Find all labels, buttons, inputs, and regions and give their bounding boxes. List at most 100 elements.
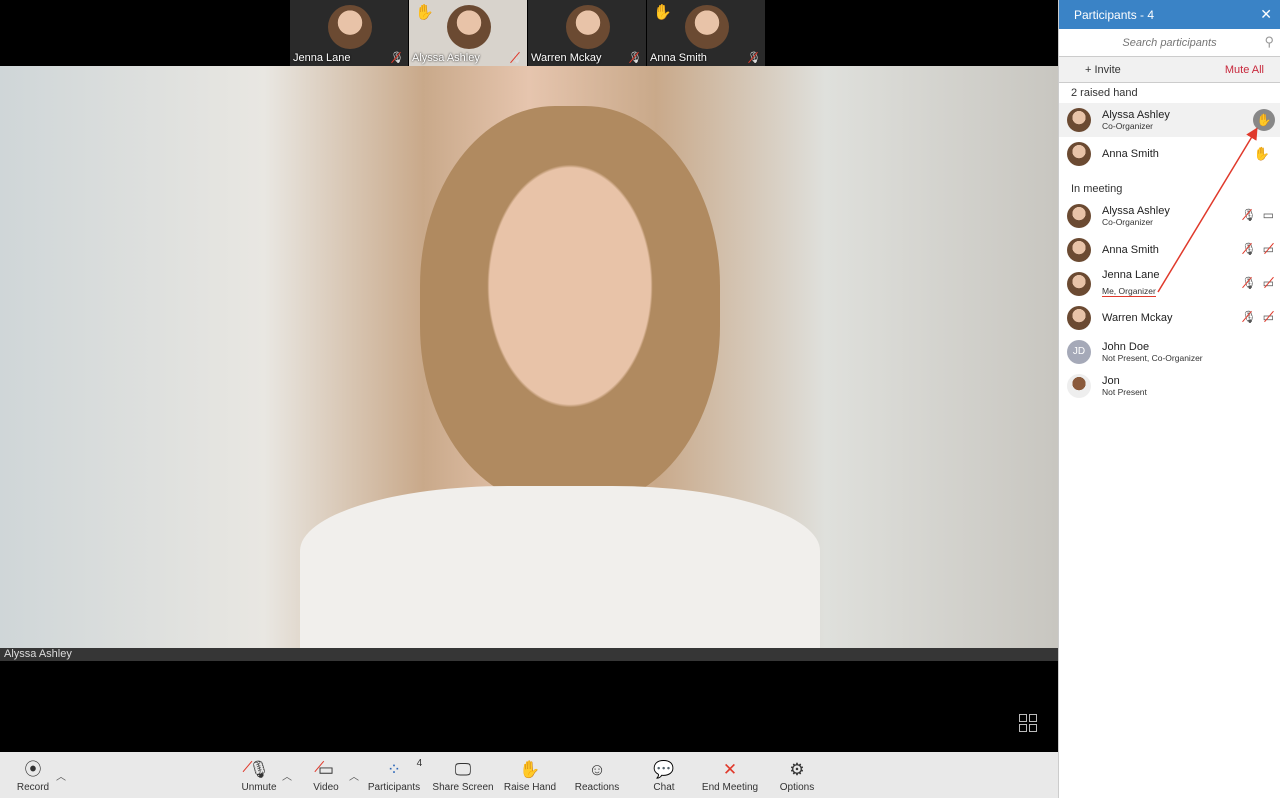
lower-hand-button[interactable]: ✋	[1253, 109, 1275, 131]
record-icon: ⦿	[24, 760, 42, 779]
speaker-body	[300, 486, 820, 648]
speaker-head	[420, 106, 720, 506]
reactions-label: Reactions	[574, 782, 620, 793]
search-box: ⚲	[1059, 29, 1280, 57]
participant-row[interactable]: Anna Smith 🎙 ▭	[1059, 233, 1280, 267]
raised-row[interactable]: Alyssa Ashley Co-Organizer ✋	[1059, 103, 1280, 137]
participant-name: Anna Smith	[1102, 148, 1159, 160]
mic-muted-icon: 🎙	[390, 52, 404, 64]
mic-muted-icon[interactable]: 🎙	[1241, 310, 1256, 324]
participants-count-badge: 4	[416, 758, 423, 769]
participants-label: Participants	[367, 782, 421, 793]
record-button[interactable]: ⦿ Record	[17, 760, 49, 793]
options-label: Options	[779, 782, 815, 793]
participants-icon: ⁘	[386, 760, 402, 779]
mute-all-button[interactable]: Mute All	[1225, 64, 1264, 76]
mic-muted-icon[interactable]: 🎙	[1241, 276, 1256, 290]
avatar	[1067, 238, 1091, 262]
unmute-button[interactable]: 🎙 Unmute	[241, 760, 276, 793]
avatar	[1067, 374, 1091, 398]
avatar	[1067, 204, 1091, 228]
raised-row[interactable]: Anna Smith ✋	[1059, 137, 1280, 171]
video-label: Video	[313, 782, 339, 793]
participant-name: Jenna Lane	[1102, 269, 1160, 281]
unmute-label: Unmute	[241, 782, 277, 793]
participants-panel: Participants - 4 ✕ ⚲ + Invite Mute All 2 r…	[1058, 0, 1280, 798]
close-icon: ✕	[722, 760, 738, 779]
participant-video	[447, 5, 491, 49]
participant-name: Jon	[1102, 375, 1120, 387]
hand-icon: ✋	[519, 760, 541, 779]
video-options-caret[interactable]: ︿	[349, 768, 359, 783]
chat-icon: 💬	[653, 760, 675, 779]
panel-header: Participants - 4 ✕	[1059, 0, 1280, 29]
participant-video	[328, 5, 372, 49]
mic-muted-icon: 🎙	[747, 52, 761, 64]
participant-name: Alyssa Ashley	[1102, 109, 1170, 121]
video-off-icon[interactable]: ▭	[1263, 242, 1274, 256]
avatar	[1067, 306, 1091, 330]
raise-hand-label: Raise Hand	[503, 782, 557, 793]
mic-muted-icon: 🎙	[509, 52, 523, 64]
invite-button[interactable]: + Invite	[1085, 64, 1121, 76]
audio-options-caret[interactable]: ︿	[282, 768, 292, 783]
participants-button[interactable]: ⁘ Participants 4	[367, 758, 423, 793]
record-options-caret[interactable]: ︿	[56, 768, 66, 783]
thumbnail-jenna-lane[interactable]: Jenna Lane 🎙	[290, 0, 409, 66]
chat-label: Chat	[653, 782, 675, 793]
in-meeting-header: In meeting	[1071, 183, 1123, 195]
reactions-button[interactable]: ☺ Reactions	[575, 760, 619, 793]
share-screen-icon: 🖵	[454, 760, 472, 779]
smiley-icon: ☺	[588, 760, 606, 779]
panel-title: Participants - 4	[1074, 8, 1155, 22]
participant-row[interactable]: Jon Not Present	[1059, 369, 1280, 403]
video-off-icon[interactable]: ▭	[1263, 310, 1274, 324]
hand-icon[interactable]: ✋	[1254, 146, 1270, 162]
thumbnail-strip: Jenna Lane 🎙 ✋ Alyssa Ashley 🎙 Warren Mckay…	[290, 0, 766, 66]
grid-layout-icon[interactable]	[1019, 714, 1037, 732]
participant-row[interactable]: Warren Mckay 🎙 ▭	[1059, 301, 1280, 335]
thumbnail-name: Anna Smith	[650, 52, 707, 64]
end-meeting-label: End Meeting	[701, 782, 759, 793]
participant-role: Co-Organizer	[1102, 217, 1154, 227]
mic-muted-icon[interactable]: 🎙	[1241, 208, 1256, 222]
thumbnail-alyssa-ashley[interactable]: ✋ Alyssa Ashley 🎙	[409, 0, 528, 66]
gear-icon: ⚙	[789, 760, 805, 779]
participant-role: Me, Organizer	[1102, 286, 1156, 297]
main-video	[0, 66, 1058, 648]
meeting-toolbar: ⦿ Record ︿ 🎙 Unmute ︿ ▭ Video ︿ ⁘ Participan…	[0, 752, 1058, 798]
avatar	[1067, 142, 1091, 166]
options-button[interactable]: ⚙ Options	[780, 760, 814, 793]
thumbnail-name: Jenna Lane	[293, 52, 351, 64]
participant-name: Warren Mckay	[1102, 312, 1173, 324]
video-on-icon[interactable]: ▭	[1263, 208, 1274, 222]
thumbnail-anna-smith[interactable]: ✋ Anna Smith 🎙	[647, 0, 766, 66]
end-meeting-button[interactable]: ✕ End Meeting	[702, 760, 758, 793]
raised-hand-icon: ✋	[653, 4, 672, 21]
raise-hand-button[interactable]: ✋ Raise Hand	[504, 760, 556, 793]
search-input[interactable]	[1059, 29, 1280, 56]
participant-role: Co-Organizer	[1102, 121, 1154, 131]
mic-muted-icon: 🎙	[241, 760, 276, 782]
participant-name: John Doe	[1102, 341, 1150, 353]
speaker-name: Alyssa Ashley	[0, 648, 1058, 661]
thumbnail-warren-mckay[interactable]: Warren Mckay 🎙	[528, 0, 647, 66]
participant-name: Anna Smith	[1102, 244, 1159, 256]
participant-row[interactable]: Alyssa Ashley Co-Organizer 🎙 ▭	[1059, 199, 1280, 233]
chat-button[interactable]: 💬 Chat	[653, 760, 674, 793]
participant-row[interactable]: Jenna Lane Me, Organizer 🎙 ▭	[1059, 267, 1280, 301]
share-screen-button[interactable]: 🖵 Share Screen	[432, 760, 493, 793]
mic-muted-icon: 🎙	[628, 52, 642, 64]
record-label: Record	[16, 782, 50, 793]
participant-row[interactable]: JD John Doe Not Present, Co-Organizer	[1059, 335, 1280, 369]
video-off-icon[interactable]: ▭	[1263, 276, 1274, 290]
thumbnail-name: Alyssa Ashley	[412, 52, 480, 64]
mic-muted-icon[interactable]: 🎙	[1241, 242, 1256, 256]
video-button[interactable]: ▭ Video	[313, 760, 338, 793]
avatar	[1067, 272, 1091, 296]
participant-video	[685, 5, 729, 49]
close-icon[interactable]: ✕	[1260, 6, 1272, 23]
participant-video	[566, 5, 610, 49]
avatar	[1067, 108, 1091, 132]
panel-actions: + Invite Mute All	[1059, 57, 1280, 83]
